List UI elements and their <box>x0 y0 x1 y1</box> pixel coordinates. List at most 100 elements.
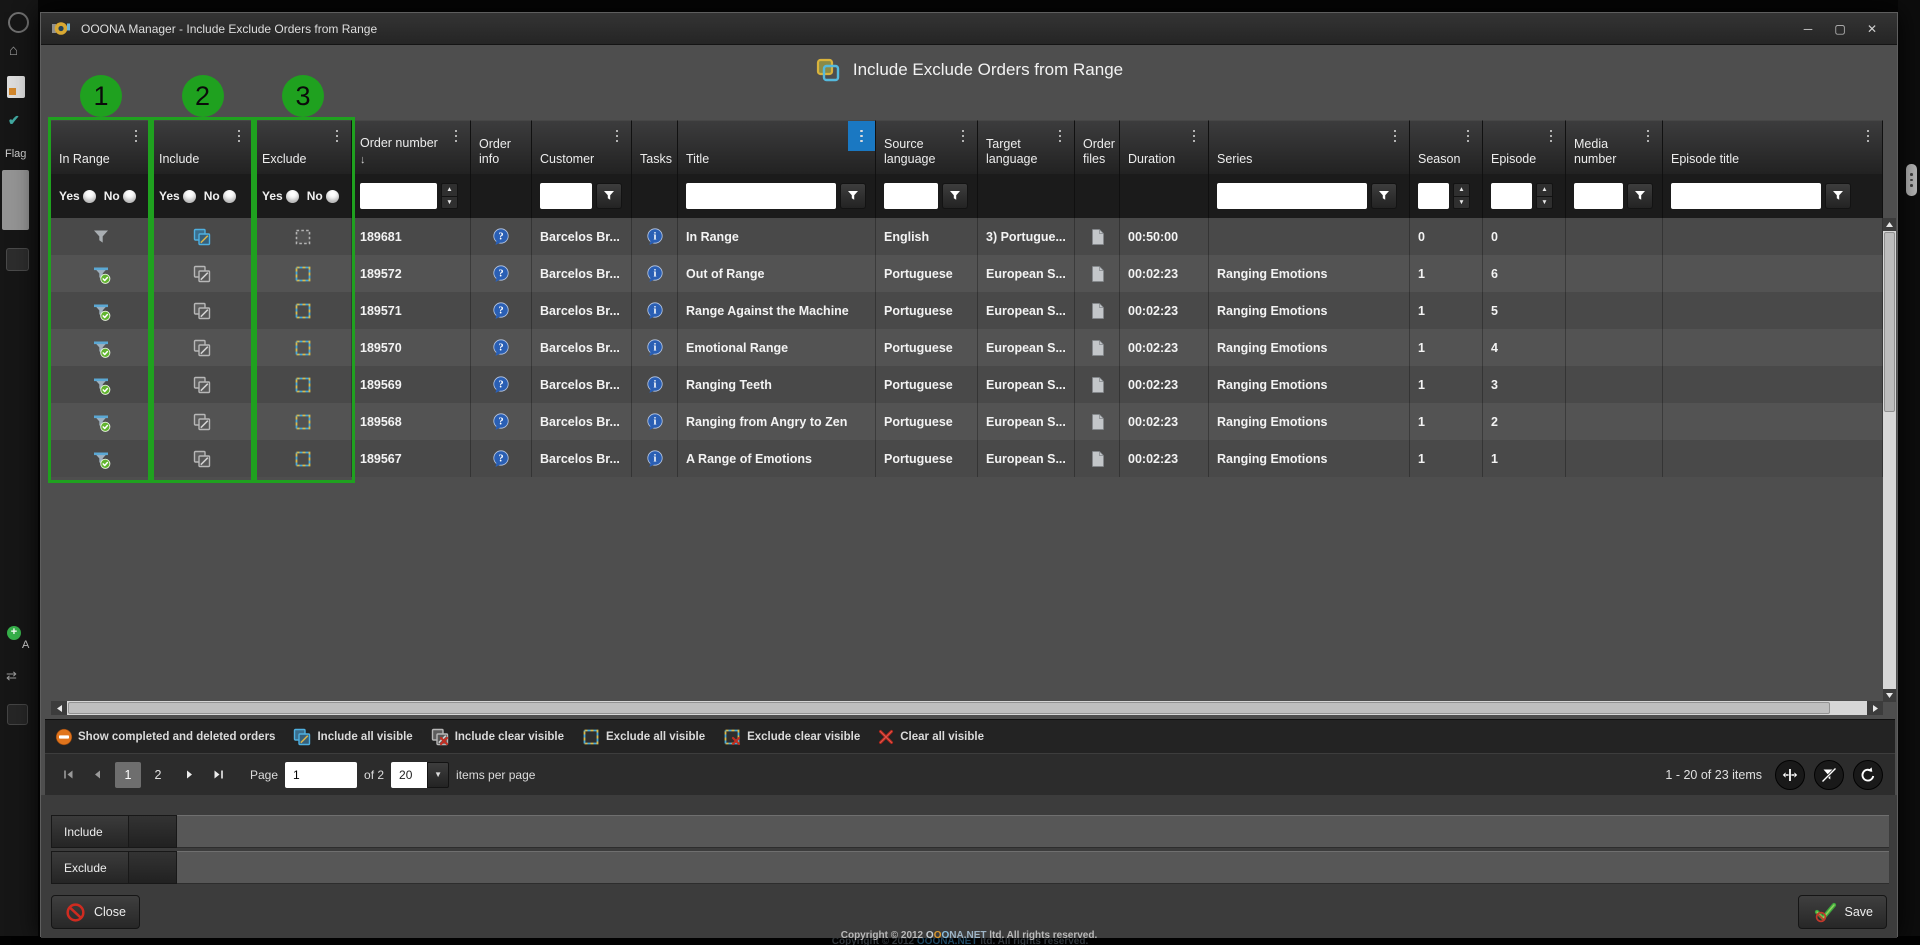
table-row[interactable]: 189572?Barcelos Br...iOut of RangePortug… <box>51 255 1883 292</box>
legend-item[interactable]: Include all visible <box>292 727 412 747</box>
filter-yes-radio[interactable] <box>183 190 196 203</box>
include-toggle-icon[interactable] <box>192 449 212 469</box>
tasks-info-icon[interactable]: i <box>646 376 664 394</box>
column-header-title[interactable]: Title <box>678 120 876 174</box>
save-button[interactable]: Save <box>1798 895 1888 929</box>
tool-icon[interactable] <box>6 248 29 271</box>
order-info-icon[interactable]: ? <box>492 376 510 394</box>
column-header-tasks[interactable]: Tasks <box>632 120 678 174</box>
include-toggle-icon[interactable] <box>192 375 212 395</box>
horizontal-scroll-thumb[interactable] <box>68 702 1830 714</box>
table-row[interactable]: 189571?Barcelos Br...iRange Against the … <box>51 292 1883 329</box>
home-icon[interactable]: ⌂ <box>9 42 18 59</box>
window-titlebar[interactable]: OOONA Manager - Include Exclude Orders f… <box>41 13 1897 45</box>
column-header-customer[interactable]: Customer <box>532 120 632 174</box>
tasks-info-icon[interactable]: i <box>646 265 664 283</box>
swap-arrows-icon[interactable]: ⇄ <box>6 668 17 684</box>
filter-input-customer[interactable] <box>540 183 592 209</box>
legend-item[interactable]: Clear all visible <box>877 728 984 746</box>
items-per-page-select[interactable]: 20 ▼ <box>391 762 449 788</box>
chevron-down-icon[interactable]: ▼ <box>427 762 449 788</box>
legend-item[interactable]: Include clear visible <box>430 727 564 747</box>
table-row[interactable]: 189681?Barcelos Br...iIn RangeEnglish3) … <box>51 218 1883 255</box>
column-header-in_range[interactable]: In Range <box>51 120 151 174</box>
fit-columns-button[interactable] <box>1775 760 1805 790</box>
tasks-info-icon[interactable]: i <box>646 339 664 357</box>
column-menu-icon[interactable] <box>1458 125 1478 147</box>
exclude-toggle-icon[interactable] <box>293 338 313 358</box>
filter-input-order_number[interactable] <box>360 183 437 209</box>
maximize-button[interactable]: ▢ <box>1825 18 1855 40</box>
order-files-icon[interactable] <box>1088 302 1106 320</box>
filter-spinner-season[interactable]: ▲▼ <box>1453 183 1470 209</box>
order-files-icon[interactable] <box>1088 376 1106 394</box>
in-range-filter-icon[interactable] <box>91 375 111 395</box>
legend-item[interactable]: Exclude clear visible <box>722 727 860 747</box>
column-header-episode_title[interactable]: Episode title <box>1663 120 1883 174</box>
scroll-up-icon[interactable] <box>1883 218 1896 231</box>
vertical-scroll-thumb[interactable] <box>1884 232 1895 412</box>
column-menu-icon[interactable] <box>607 125 627 147</box>
column-menu-icon[interactable] <box>229 125 249 147</box>
column-header-series[interactable]: Series <box>1209 120 1410 174</box>
legend-item[interactable]: Show completed and deleted orders <box>55 728 275 746</box>
in-range-filter-icon[interactable] <box>91 227 111 247</box>
exclude-summary-field[interactable] <box>177 851 1889 884</box>
first-page-button[interactable] <box>57 764 79 786</box>
column-header-exclude[interactable]: Exclude <box>254 120 352 174</box>
add-icon[interactable]: + <box>7 626 21 640</box>
exclude-toggle-icon[interactable] <box>293 449 313 469</box>
filter-spinner-order_number[interactable]: ▲▼ <box>441 183 458 209</box>
exclude-toggle-icon[interactable] <box>293 375 313 395</box>
in-range-filter-icon[interactable] <box>91 264 111 284</box>
order-info-icon[interactable]: ? <box>492 228 510 246</box>
filter-input-season[interactable] <box>1418 183 1449 209</box>
order-info-icon[interactable]: ? <box>492 413 510 431</box>
filter-no-radio[interactable] <box>123 190 136 203</box>
tasks-info-icon[interactable]: i <box>646 228 664 246</box>
table-row[interactable]: 189567?Barcelos Br...iA Range of Emotion… <box>51 440 1883 477</box>
filter-funnel-icon[interactable] <box>1825 183 1851 209</box>
in-range-filter-icon[interactable] <box>91 412 111 432</box>
tasks-info-icon[interactable]: i <box>646 302 664 320</box>
column-menu-icon[interactable] <box>953 125 973 147</box>
include-toggle-icon[interactable] <box>192 412 212 432</box>
column-menu-icon[interactable] <box>1638 125 1658 147</box>
column-header-order_files[interactable]: Order files <box>1075 120 1120 174</box>
column-menu-icon[interactable] <box>1050 125 1070 147</box>
column-header-include[interactable]: Include <box>151 120 254 174</box>
column-menu-icon[interactable] <box>1385 125 1405 147</box>
filter-yes-radio[interactable] <box>286 190 299 203</box>
filter-input-episode_title[interactable] <box>1671 183 1821 209</box>
include-toggle-icon[interactable] <box>192 338 212 358</box>
user-avatar-icon[interactable] <box>8 12 29 33</box>
exclude-toggle-icon[interactable] <box>293 412 313 432</box>
refresh-button[interactable] <box>1853 760 1883 790</box>
order-files-icon[interactable] <box>1088 265 1106 283</box>
last-page-button[interactable] <box>207 764 229 786</box>
clear-filters-button[interactable] <box>1814 760 1844 790</box>
column-header-order_number[interactable]: Order number ↓ <box>352 120 471 174</box>
vertical-scrollbar[interactable] <box>1883 218 1896 702</box>
scroll-left-icon[interactable] <box>51 701 67 715</box>
include-toggle-icon[interactable] <box>192 301 212 321</box>
column-header-duration[interactable]: Duration <box>1120 120 1209 174</box>
collapsed-panel[interactable] <box>2 170 29 230</box>
filter-funnel-icon[interactable] <box>942 183 968 209</box>
horizontal-scrollbar[interactable] <box>51 701 1883 715</box>
tool-icon-2[interactable] <box>7 704 28 725</box>
column-menu-icon[interactable] <box>126 125 146 147</box>
filter-yes-radio[interactable] <box>83 190 96 203</box>
filter-spinner-episode[interactable]: ▲▼ <box>1536 183 1553 209</box>
column-menu-icon[interactable] <box>327 125 347 147</box>
filter-no-radio[interactable] <box>223 190 236 203</box>
order-info-icon[interactable]: ? <box>492 450 510 468</box>
order-files-icon[interactable] <box>1088 339 1106 357</box>
column-menu-icon[interactable] <box>446 125 466 147</box>
close-window-button[interactable]: ✕ <box>1857 18 1887 40</box>
column-header-order_info[interactable]: Order info <box>471 120 532 174</box>
exclude-toggle-icon[interactable] <box>293 301 313 321</box>
order-files-icon[interactable] <box>1088 413 1106 431</box>
filter-funnel-icon[interactable] <box>840 183 866 209</box>
table-row[interactable]: 189569?Barcelos Br...iRanging TeethPortu… <box>51 366 1883 403</box>
